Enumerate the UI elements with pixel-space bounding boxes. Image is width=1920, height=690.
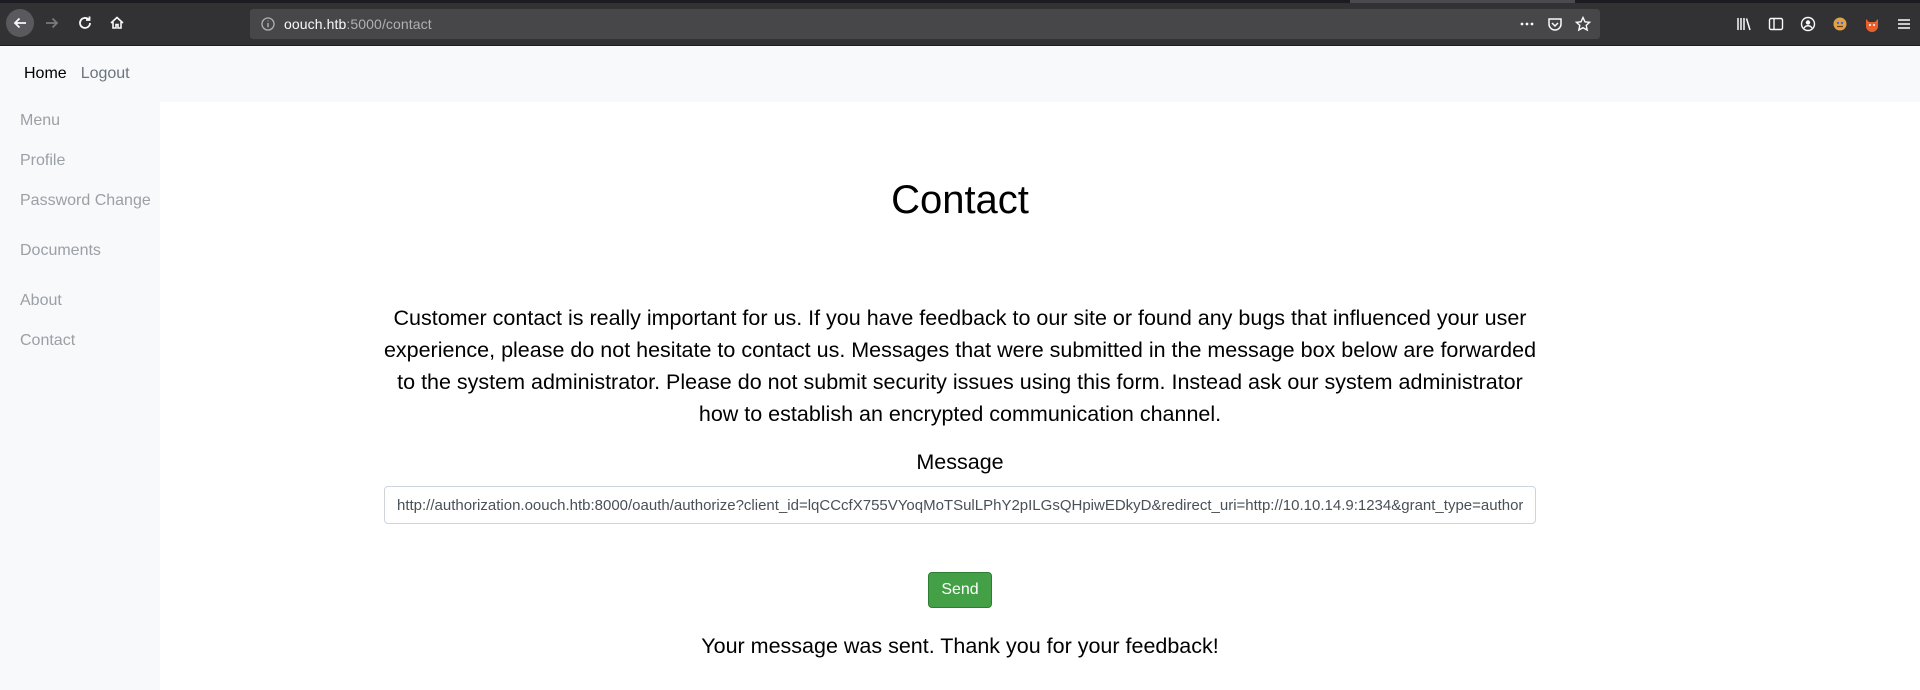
page-actions-icon[interactable] (1518, 15, 1536, 33)
browser-toolbar: oouch.htb:5000/contact (0, 0, 1920, 46)
sidebar-item-password-change[interactable]: Password Change (20, 192, 151, 210)
tab-strip (0, 0, 1920, 3)
reload-icon (79, 16, 91, 29)
pocket-icon[interactable] (1546, 15, 1564, 33)
nav-home-link[interactable]: Home (24, 65, 67, 83)
sidebar-item-profile[interactable]: Profile (20, 152, 65, 170)
sidebar-item-menu: Menu (20, 112, 61, 129)
home-button[interactable] (103, 9, 131, 37)
message-input[interactable] (384, 486, 1536, 524)
message-label: Message (916, 450, 1004, 474)
back-button[interactable] (6, 9, 34, 37)
home-icon (110, 16, 124, 29)
hamburger-menu-icon[interactable] (1888, 14, 1920, 34)
sidebar: Menu Profile Password Change Documents A… (0, 102, 160, 690)
url-host: oouch.htb (284, 16, 347, 32)
library-icon[interactable] (1728, 14, 1760, 34)
nav-logout-link[interactable]: Logout (81, 65, 130, 83)
top-navbar: Home Logout (0, 46, 1920, 102)
reload-button[interactable] (71, 9, 99, 37)
back-arrow-icon (13, 17, 26, 29)
contact-intro-text: Customer contact is really important for… (383, 306, 1537, 426)
url-text[interactable]: oouch.htb:5000/contact (284, 16, 432, 32)
success-message: Your message was sent. Thank you for you… (701, 634, 1219, 658)
bookmark-star-icon[interactable] (1574, 15, 1592, 33)
page-title: Contact (891, 178, 1029, 222)
extension-foxyproxy-icon[interactable] (1856, 14, 1888, 34)
sidebar-item-about[interactable]: About (20, 292, 62, 310)
forward-arrow-icon (46, 17, 59, 29)
forward-button[interactable] (38, 9, 66, 37)
sidebar-item-contact[interactable]: Contact (20, 332, 75, 350)
sidebar-toggle-icon[interactable] (1760, 14, 1792, 34)
address-bar[interactable]: oouch.htb:5000/contact (250, 9, 1600, 39)
send-button[interactable]: Send (928, 572, 992, 608)
sidebar-item-documents[interactable]: Documents (20, 242, 101, 260)
extension-cookie-icon[interactable] (1824, 14, 1856, 34)
url-path: :5000/contact (346, 16, 432, 32)
toolbar-right-icons (1728, 14, 1920, 34)
account-icon[interactable] (1792, 14, 1824, 34)
main-content: Contact Customer contact is really impor… (160, 102, 1920, 690)
info-icon[interactable] (260, 16, 276, 32)
